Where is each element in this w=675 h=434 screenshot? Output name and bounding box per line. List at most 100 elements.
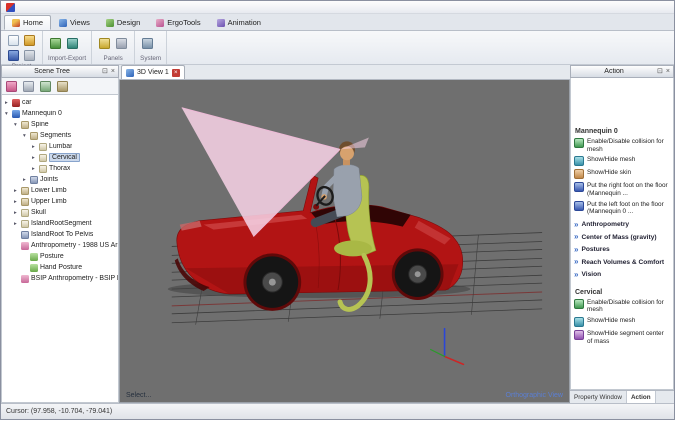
tree-item-upper-limb[interactable]: ▸ Upper Limb xyxy=(2,196,118,207)
layout-button[interactable] xyxy=(114,37,129,51)
tree-item-islandrootsegment[interactable]: ▸ IslandRootSegment xyxy=(2,218,118,229)
action-link-reach-volumes[interactable]: » Reach Volumes & Comfort xyxy=(574,258,670,266)
filter-tool-button[interactable] xyxy=(55,79,70,93)
tree-item-label-selected: Cervical xyxy=(49,153,80,162)
expander-icon[interactable]: ▾ xyxy=(23,133,30,139)
tab-3d-view-1[interactable]: 3D View 1 × xyxy=(121,65,185,79)
expander-icon[interactable]: ▸ xyxy=(32,144,39,150)
tab-property-window[interactable]: Property Window xyxy=(570,391,627,403)
action-button-left-foot[interactable]: Put the left foot on the floor (Mannequi… xyxy=(574,201,670,216)
scene-tree-header: Scene Tree ⊡ × xyxy=(1,65,119,78)
close-icon[interactable]: × xyxy=(666,68,670,75)
panels-button[interactable] xyxy=(97,37,112,51)
tree-item-islandroot-to-pelvis[interactable]: IslandRoot To Pelvis xyxy=(2,229,118,240)
tab-animation[interactable]: Animation xyxy=(209,15,269,30)
scene-tree-panel: Scene Tree ⊡ × ▸ car ▾ Mannequi xyxy=(1,65,119,403)
tab-views[interactable]: Views xyxy=(51,15,98,30)
action-button-label: Show/Hide segment center of mass xyxy=(587,330,670,345)
view-tab-bar: 3D View 1 × xyxy=(119,65,570,80)
chevrons-icon: » xyxy=(574,258,578,266)
tree-item-spine[interactable]: ▾ Spine xyxy=(2,119,118,130)
tab-action[interactable]: Action xyxy=(627,391,656,403)
tree-item-mannequin-0[interactable]: ▾ Mannequin 0 xyxy=(2,108,118,119)
close-view-icon[interactable]: × xyxy=(172,69,180,77)
expander-icon[interactable]: ▸ xyxy=(14,221,21,227)
tree-item-cervical[interactable]: ▸ Cervical xyxy=(2,152,118,163)
3d-viewport[interactable]: Select... Orthographic View xyxy=(119,80,570,403)
action-link-center-of-mass[interactable]: » Center of Mass (gravity) xyxy=(574,233,670,241)
ribbon-group-panels: Panels xyxy=(92,31,135,64)
action-button-show-mesh-cervical[interactable]: Show/Hide mesh xyxy=(574,317,670,327)
expander-icon[interactable]: ▸ xyxy=(32,166,39,172)
bone-icon xyxy=(39,143,47,151)
tab-ergotools[interactable]: ErgoTools xyxy=(148,15,208,30)
tab-design[interactable]: Design xyxy=(98,15,148,30)
action-link-anthropometry[interactable]: » Anthropometry xyxy=(574,221,670,229)
expander-icon[interactable]: ▸ xyxy=(23,177,30,183)
tree-item-bsip-anthropometry[interactable]: BSIP Anthropometry - BSIP McConville... xyxy=(2,273,118,284)
tab-label: Design xyxy=(117,18,140,27)
action-link-label: Vision xyxy=(581,271,601,278)
left-foot-icon xyxy=(574,201,584,211)
save-project-button[interactable] xyxy=(6,48,21,62)
action-button-collision-cervical[interactable]: Enable/Disable collision for mesh xyxy=(574,299,670,314)
action-button-show-skin[interactable]: Show/Hide skin xyxy=(574,169,670,179)
mannequin-tool-icon xyxy=(6,81,17,92)
expander-icon[interactable]: ▸ xyxy=(14,210,21,216)
export-icon xyxy=(67,38,78,49)
expander-icon[interactable]: ▸ xyxy=(5,100,12,106)
car-icon xyxy=(12,99,20,107)
tree-item-hand-posture[interactable]: Hand Posture xyxy=(2,262,118,273)
export-button[interactable] xyxy=(65,37,80,51)
mannequin-tool-button[interactable] xyxy=(4,79,19,93)
tree-item-joints[interactable]: ▸ Joints xyxy=(2,174,118,185)
grid-tool-button[interactable] xyxy=(21,79,36,93)
system-button[interactable] xyxy=(140,37,155,51)
chevrons-icon: » xyxy=(574,246,578,254)
main-area: Scene Tree ⊡ × ▸ car ▾ Mannequi xyxy=(1,65,674,403)
panel-tab-label: Action xyxy=(631,394,651,401)
tree-item-thorax[interactable]: ▸ Thorax xyxy=(2,163,118,174)
action-button-segment-com[interactable]: Show/Hide segment center of mass xyxy=(574,330,670,345)
pin-icon[interactable]: ⊡ xyxy=(657,68,663,75)
home-icon xyxy=(12,19,20,27)
collision-icon xyxy=(574,299,584,309)
ribbon-group-system: System xyxy=(135,31,167,64)
action-link-vision[interactable]: » Vision xyxy=(574,271,670,279)
tree-item-lumbar[interactable]: ▸ Lumbar xyxy=(2,141,118,152)
pin-icon[interactable]: ⊡ xyxy=(102,68,108,75)
expander-icon[interactable]: ▸ xyxy=(14,188,21,194)
expander-icon[interactable]: ▸ xyxy=(14,199,21,205)
import-icon xyxy=(50,38,61,49)
tree-item-label: Upper Limb xyxy=(31,198,67,205)
expander-icon[interactable]: ▾ xyxy=(5,111,12,117)
tree-item-skull[interactable]: ▸ Skull xyxy=(2,207,118,218)
action-link-label: Anthropometry xyxy=(581,221,629,228)
view-icon xyxy=(126,69,134,77)
tree-item-car[interactable]: ▸ car xyxy=(2,97,118,108)
tree-item-segments[interactable]: ▾ Segments xyxy=(2,130,118,141)
joint-icon xyxy=(21,231,29,239)
tab-home[interactable]: Home xyxy=(4,15,51,30)
action-button-collision[interactable]: Enable/Disable collision for mesh xyxy=(574,138,670,153)
ergotools-icon xyxy=(156,19,164,27)
axis-triad xyxy=(431,329,464,365)
import-button[interactable] xyxy=(48,37,63,51)
refresh-tool-button[interactable] xyxy=(38,79,53,93)
tree-item-label: Mannequin 0 xyxy=(22,110,62,117)
expander-icon[interactable]: ▾ xyxy=(14,122,21,128)
tree-item-lower-limb[interactable]: ▸ Lower Limb xyxy=(2,185,118,196)
tree-item-anthropometry[interactable]: Anthropometry - 1988 US Army xyxy=(2,240,118,251)
open-project-button[interactable] xyxy=(22,33,37,47)
expander-icon[interactable]: ▸ xyxy=(32,155,39,161)
action-link-postures[interactable]: » Postures xyxy=(574,246,670,254)
tree-item-posture[interactable]: Posture xyxy=(2,251,118,262)
close-project-button[interactable] xyxy=(22,48,37,62)
action-button-show-mesh[interactable]: Show/Hide mesh xyxy=(574,156,670,166)
close-icon[interactable]: × xyxy=(111,68,115,75)
bone-icon xyxy=(39,154,47,162)
open-project-icon xyxy=(24,35,35,46)
new-project-button[interactable] xyxy=(6,33,21,47)
segment-icon xyxy=(30,132,38,140)
action-button-right-foot[interactable]: Put the right foot on the floor (Mannequ… xyxy=(574,182,670,197)
